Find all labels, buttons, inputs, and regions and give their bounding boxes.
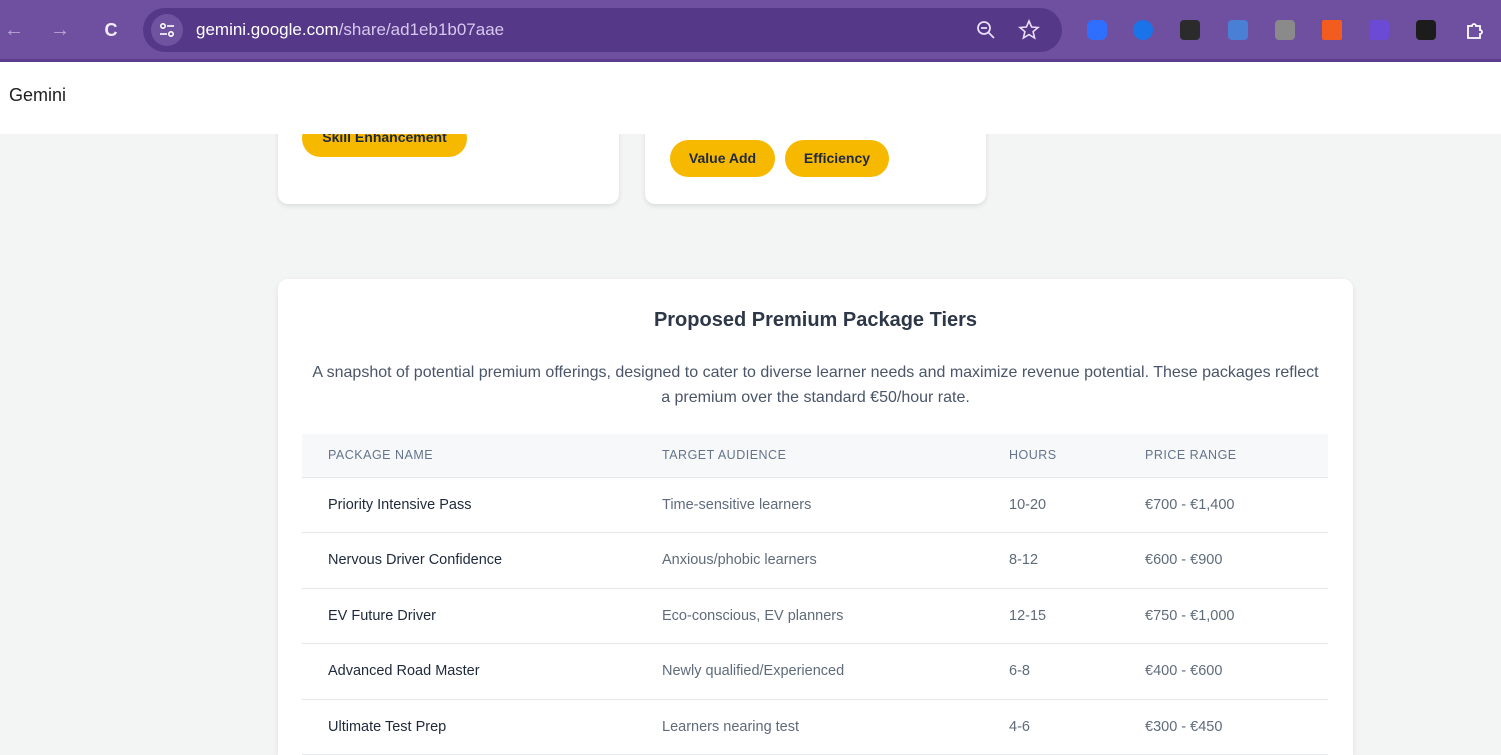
table-row: Ultimate Test Prep Learners nearing test… xyxy=(302,699,1328,755)
zoom-out-icon[interactable] xyxy=(974,18,998,42)
price-range: €700 - €1,400 xyxy=(1119,477,1328,533)
extension-tag-icon[interactable] xyxy=(1087,20,1107,40)
target-audience: Anxious/phobic learners xyxy=(636,532,983,589)
package-name: EV Future Driver xyxy=(302,588,636,644)
url-path: /share/ad1eb1b07aae xyxy=(338,20,505,39)
header-hours: HOURS xyxy=(983,434,1119,478)
browser-toolbar: ← → C gemini.google.com/share/ad1eb1b07a… xyxy=(0,0,1501,62)
section-description: A snapshot of potential premium offering… xyxy=(312,364,1319,406)
hours: 4-6 xyxy=(983,699,1119,755)
extension-lighthouse-icon[interactable] xyxy=(1322,20,1342,40)
forward-arrow-icon[interactable]: → xyxy=(46,16,74,44)
tag-efficiency: Efficiency xyxy=(785,140,889,177)
table-row: EV Future Driver Eco-conscious, EV plann… xyxy=(302,588,1328,644)
table-row: Nervous Driver Confidence Anxious/phobic… xyxy=(302,532,1328,589)
package-name: Nervous Driver Confidence xyxy=(302,532,636,589)
extension-check-icon[interactable] xyxy=(1133,20,1153,40)
extensions-puzzle-icon[interactable] xyxy=(1463,19,1487,43)
table-row: Priority Intensive Pass Time-sensitive l… xyxy=(302,477,1328,533)
premium-packages-table: PACKAGE NAME TARGET AUDIENCE HOURS PRICE… xyxy=(302,434,1328,755)
site-settings-icon[interactable] xyxy=(151,14,183,46)
extension-translate-icon[interactable] xyxy=(1228,20,1248,40)
price-range: €300 - €450 xyxy=(1119,699,1328,755)
price-range: €600 - €900 xyxy=(1119,532,1328,589)
target-audience: Learners nearing test xyxy=(636,699,983,755)
target-audience: Time-sensitive learners xyxy=(636,477,983,533)
extension-dots-icon[interactable] xyxy=(1180,20,1200,40)
price-range: €400 - €600 xyxy=(1119,643,1328,700)
header-price-range: PRICE RANGE xyxy=(1119,434,1328,478)
app-title-text[interactable]: Gemini xyxy=(9,85,66,106)
extension-code-icon[interactable] xyxy=(1369,20,1389,40)
hours: 6-8 xyxy=(983,643,1119,700)
package-name: Priority Intensive Pass xyxy=(302,477,636,533)
section-title: Proposed Premium Package Tiers xyxy=(653,309,978,331)
header-mask: Gemini xyxy=(0,62,1501,134)
url-text: gemini.google.com/share/ad1eb1b07aae xyxy=(196,20,504,40)
premium-tiers-card: Proposed Premium Package Tiers A snapsho… xyxy=(278,279,1353,755)
header-target-audience: TARGET AUDIENCE xyxy=(636,434,983,478)
extension-h-icon[interactable] xyxy=(1416,20,1436,40)
target-audience: Eco-conscious, EV planners xyxy=(636,588,983,644)
hours: 10-20 xyxy=(983,477,1119,533)
bookmark-star-icon[interactable] xyxy=(1017,18,1041,42)
extension-gray-icon[interactable] xyxy=(1275,20,1295,40)
target-audience: Newly qualified/Experienced xyxy=(636,643,983,700)
hours: 8-12 xyxy=(983,532,1119,589)
back-arrow-icon[interactable]: ← xyxy=(0,16,28,44)
table-header-row: PACKAGE NAME TARGET AUDIENCE HOURS PRICE… xyxy=(302,434,1328,478)
reload-icon[interactable]: C xyxy=(97,16,125,44)
url-host: gemini.google.com xyxy=(196,20,339,39)
header-package-name: PACKAGE NAME xyxy=(302,434,636,478)
package-name: Ultimate Test Prep xyxy=(302,699,636,755)
table-row: Advanced Road Master Newly qualified/Exp… xyxy=(302,643,1328,700)
package-name: Advanced Road Master xyxy=(302,643,636,700)
hours: 12-15 xyxy=(983,588,1119,644)
price-range: €750 - €1,000 xyxy=(1119,588,1328,644)
address-bar[interactable]: gemini.google.com/share/ad1eb1b07aae xyxy=(143,8,1062,52)
tag-value-add: Value Add xyxy=(670,140,775,177)
